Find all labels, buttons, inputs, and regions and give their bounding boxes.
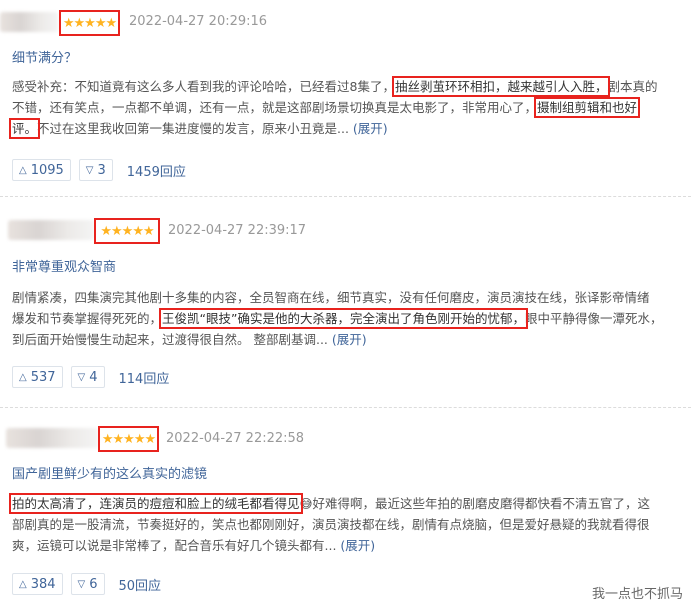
star-icon: ★★★★★ [62,15,117,31]
avatar-username-blurred [8,220,94,240]
replies-link[interactable]: 114回应 [119,368,170,387]
review-date: 2022-04-27 22:39:17 [168,223,307,238]
watermark: 我一点也不抓马 [591,587,683,602]
review-2: ★★★★★ 2022-04-27 22:39:17 非常尊重观众智商 剧情紧凑，… [0,210,691,405]
divider [0,407,691,408]
body-text: 剧本真的 [607,79,658,94]
avatar-username-blurred [6,428,98,448]
body-text: 感受补充：不知道竟有这么多人看到我的评论哈哈，已经看过8集了， [12,79,395,94]
review-body: 感受补充：不知道竟有这么多人看到我的评论哈哈，已经看过8集了，抽丝剥茧环环相扣，… [8,76,684,139]
star-icon: ★★★★★ [100,223,154,239]
rating-stars: ★★★★★ [94,218,160,244]
dislike-count: 6 [89,576,98,592]
highlighted-text: 拍的太高清了，连演员的痘痘和脸上的绒毛都看得见 [9,493,303,514]
body-text: 好难得啊，最近这些年拍的剧磨皮磨得都快看不清五官了，这 [312,496,651,511]
review-title[interactable]: 非常尊重观众智商 [12,256,116,275]
highlighted-text: 抽丝剥茧环环相扣，越来越引人入胜， [391,76,611,97]
triangle-up-icon: △ [19,578,27,590]
body-text: 部剧真的是一股清流，节奏挺好的，笑点也都刚刚好，演员演技都在线，剧情有点烧脑，但… [12,517,650,532]
expand-link[interactable]: (展开) [353,121,388,136]
avatar-username-blurred [0,12,58,32]
divider [0,196,691,197]
replies-link[interactable]: 1459回应 [127,161,186,180]
body-text: 爆发和节奏掌握得死死的， [12,311,163,326]
triangle-down-icon: ▽ [77,371,86,383]
triangle-down-icon: ▽ [85,164,94,176]
highlighted-text: 摄制组剪辑和也好 [534,97,641,118]
review-body: 拍的太高清了，连演员的痘痘和脸上的绒毛都看得见😅好难得啊，最近这些年拍的剧磨皮磨… [9,493,684,556]
dislike-count: 3 [97,162,106,178]
body-text: 剧情紧凑，四集演完其他剧十多集的内容，全员智商在线，细节真实，没有任何磨皮，演员… [12,290,650,305]
dislike-button[interactable]: ▽ 3 [78,159,113,181]
body-text: 眼中平静得像一潭死水， [524,311,663,326]
emoji-icon: 😅 [299,496,313,511]
review-body: 剧情紧凑，四集演完其他剧十多集的内容，全员智商在线，细节真实，没有任何磨皮，演员… [12,287,684,350]
expand-link[interactable]: (展开) [340,538,375,553]
body-text: 到后面开始慢慢生动起来，过渡得很自然。 整部剧基调... [12,332,328,347]
review-actions: △ 537 ▽ 4 114回应 [12,365,169,389]
like-count: 1095 [30,162,64,178]
rating-stars: ★★★★★ [59,10,120,36]
dislike-button[interactable]: ▽ 6 [70,573,105,595]
body-text: 爽，运镜可以说是非常棒了，配合音乐有好几个镜头都有... [12,538,337,553]
rating-stars: ★★★★★ [98,426,159,452]
body-text: 不过在这里我收回第一集进度慢的发言，原来小丑竟是... [37,121,349,136]
triangle-up-icon: △ [19,164,27,176]
review-1: ★★★★★ 2022-04-27 20:29:16 细节满分？ 感受补充：不知道… [0,0,691,195]
review-title[interactable]: 国产剧里鲜少有的这么真实的滤镜 [12,463,207,482]
like-count: 384 [30,576,56,592]
review-actions: △ 1095 ▽ 3 1459回应 [12,158,186,182]
body-text: 不错，还有笑点，一点都不单调，还有一点，就是这部剧场景切换真是太电影了，非常用心… [12,100,538,115]
triangle-down-icon: ▽ [77,578,86,590]
star-icon: ★★★★★ [101,431,156,447]
review-date: 2022-04-27 22:22:58 [166,431,305,446]
like-button[interactable]: △ 537 [12,366,63,388]
review-date: 2022-04-27 20:29:16 [129,14,268,29]
triangle-up-icon: △ [19,371,27,383]
review-3: ★★★★★ 2022-04-27 22:22:58 国产剧里鲜少有的这么真实的滤… [0,420,691,610]
dislike-count: 4 [89,369,98,385]
like-button[interactable]: △ 1095 [12,159,71,181]
replies-link[interactable]: 50回应 [119,575,162,594]
review-actions: △ 384 ▽ 6 50回应 [12,572,161,596]
like-button[interactable]: △ 384 [12,573,63,595]
like-count: 537 [30,369,56,385]
highlighted-text: 王俊凯“眼技”确实是他的大杀器，完全演出了角色刚开始的忧郁， [159,308,528,329]
review-title[interactable]: 细节满分？ [12,47,77,66]
dislike-button[interactable]: ▽ 4 [70,366,105,388]
highlighted-text: 评。 [8,118,41,139]
expand-link[interactable]: (展开) [332,332,367,347]
